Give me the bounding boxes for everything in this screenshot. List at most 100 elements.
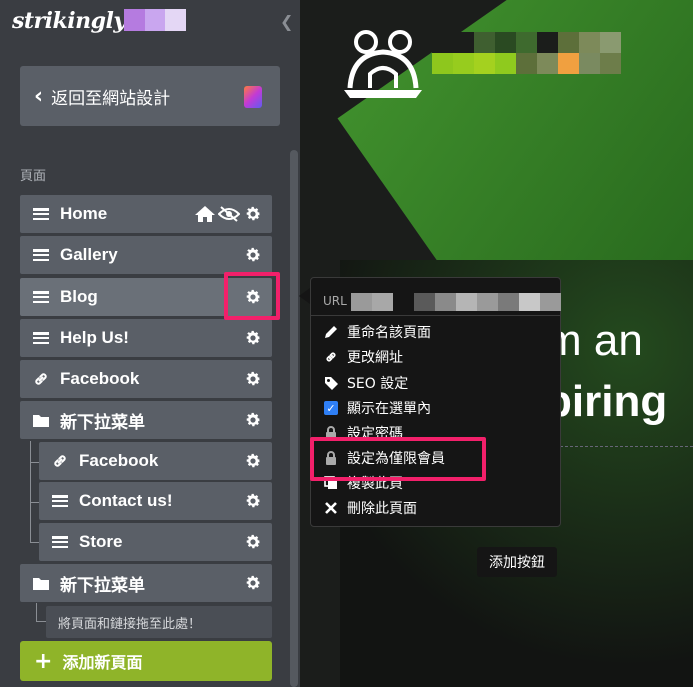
- url-row: URL: [311, 286, 561, 316]
- hero-heading-line2[interactable]: piring: [545, 377, 667, 427]
- hamburger-icon[interactable]: [32, 249, 50, 261]
- page-settings-menu: URL 重命名該頁面 更改網址 SEO 設定 ✓ 顯示在選單內 設定密碼 設定為…: [310, 277, 561, 527]
- page-row-help-us[interactable]: Help Us!: [20, 319, 272, 357]
- gear-icon[interactable]: [244, 452, 262, 470]
- page-label: Gallery: [60, 245, 118, 264]
- url-label: URL: [323, 293, 347, 308]
- gear-icon[interactable]: [244, 246, 262, 264]
- menu-item-highlight-box: [310, 437, 486, 481]
- page-row-dropdown-2[interactable]: 新下拉菜单: [20, 564, 272, 602]
- menu-item-rename[interactable]: 重命名該頁面: [323, 321, 431, 343]
- link-icon[interactable]: [32, 370, 50, 388]
- section-divider: [540, 446, 693, 447]
- pixel-block: [495, 53, 516, 74]
- site-name-block: [124, 9, 145, 31]
- hamburger-icon[interactable]: [32, 291, 50, 303]
- plus-icon: +: [34, 648, 53, 674]
- pixel-block: [432, 53, 453, 74]
- link-icon[interactable]: [51, 452, 69, 470]
- page-label: Contact us!: [79, 491, 173, 510]
- pixel-block: [537, 53, 558, 74]
- pixel-block: [537, 32, 558, 53]
- pixel-block: [558, 32, 579, 53]
- page-label: Home: [60, 204, 108, 223]
- url-pixel-block: [393, 293, 414, 311]
- pixel-block: [558, 53, 579, 74]
- gear-icon[interactable]: [244, 533, 262, 551]
- tree-connector: [36, 621, 46, 622]
- page-row-gallery[interactable]: Gallery: [20, 236, 272, 274]
- pixel-block: [453, 53, 474, 74]
- page-row-facebook-child[interactable]: Facebook: [39, 442, 272, 480]
- url-pixel-block: [351, 293, 372, 311]
- folder-icon[interactable]: [32, 412, 50, 428]
- gear-icon[interactable]: [244, 574, 262, 592]
- pixel-block: [600, 53, 621, 74]
- chevron-left-icon: ‹: [34, 83, 44, 109]
- url-pixel-block: [498, 293, 519, 311]
- menu-item-show-in-menu[interactable]: ✓ 顯示在選單內: [323, 397, 431, 419]
- url-pixel-block: [456, 293, 477, 311]
- collapse-sidebar-icon[interactable]: ❮: [280, 12, 293, 31]
- pixel-block: [453, 32, 474, 53]
- menu-item-label: 更改網址: [347, 350, 403, 366]
- menu-item-delete[interactable]: 刪除此頁面: [323, 497, 417, 519]
- page-row-dropdown-1[interactable]: 新下拉菜单: [20, 401, 272, 439]
- menu-item-change-url[interactable]: 更改網址: [323, 346, 403, 368]
- pixel-block: [432, 32, 453, 53]
- pixel-block: [495, 32, 516, 53]
- url-pixel-block: [435, 293, 456, 311]
- link-icon: [323, 349, 339, 365]
- page-label: Help Us!: [60, 328, 129, 347]
- hamburger-icon[interactable]: [32, 208, 50, 220]
- document-icon: [244, 86, 262, 108]
- hamburger-icon[interactable]: [32, 332, 50, 344]
- sidebar-scrollbar[interactable]: [290, 150, 298, 687]
- hamburger-icon[interactable]: [51, 495, 69, 507]
- page-label: Store: [79, 532, 123, 551]
- site-name-block: [165, 9, 187, 31]
- menu-pointer: [299, 288, 310, 304]
- tree-connector: [36, 603, 37, 621]
- hamburger-icon[interactable]: [51, 536, 69, 548]
- back-to-site-design-button[interactable]: ‹ 返回至網站設計: [20, 66, 280, 126]
- pages-section-label: 頁面: [20, 169, 47, 184]
- page-label: 新下拉菜单: [60, 575, 145, 595]
- gear-icon[interactable]: [244, 205, 262, 223]
- add-new-page-button[interactable]: + 添加新頁面: [20, 641, 272, 681]
- menu-item-label: SEO 設定: [347, 376, 409, 392]
- page-label: Blog: [60, 287, 98, 306]
- gear-icon[interactable]: [244, 411, 262, 429]
- gear-icon[interactable]: [244, 370, 262, 388]
- gear-icon[interactable]: [244, 492, 262, 510]
- page-row-home[interactable]: Home: [20, 195, 272, 233]
- url-value-blocks: [351, 293, 561, 311]
- pixel-block: [474, 32, 495, 53]
- page-row-facebook[interactable]: Facebook: [20, 360, 272, 398]
- page-label: Facebook: [60, 369, 140, 388]
- url-pixel-block: [519, 293, 540, 311]
- site-name-blocks: [124, 9, 187, 31]
- tree-connector: [30, 502, 39, 503]
- page-row-store[interactable]: Store: [39, 523, 272, 561]
- page-label: 新下拉菜单: [60, 412, 145, 432]
- checkbox-icon[interactable]: ✓: [323, 400, 339, 416]
- gear-highlight-box: [224, 272, 280, 320]
- menu-item-label: 重命名該頁面: [347, 325, 431, 341]
- site-name-block: [144, 9, 166, 31]
- gear-icon[interactable]: [244, 329, 262, 347]
- add-button[interactable]: 添加按鈕: [477, 547, 557, 577]
- site-name-pixel-blocks: [432, 32, 621, 74]
- close-icon: [323, 500, 339, 516]
- eye-slash-icon: [218, 206, 240, 222]
- folder-icon[interactable]: [32, 575, 50, 591]
- url-pixel-block: [414, 293, 435, 311]
- menu-item-seo[interactable]: SEO 設定: [323, 372, 408, 394]
- drop-zone-hint[interactable]: 將頁面和鏈接拖至此處！: [46, 606, 272, 638]
- back-button-label: 返回至網站設計: [51, 88, 171, 109]
- pixel-block: [516, 53, 537, 74]
- tree-connector: [30, 441, 31, 543]
- page-row-contact-us[interactable]: Contact us!: [39, 482, 272, 520]
- add-page-label: 添加新頁面: [62, 653, 143, 672]
- pencil-icon: [323, 324, 339, 340]
